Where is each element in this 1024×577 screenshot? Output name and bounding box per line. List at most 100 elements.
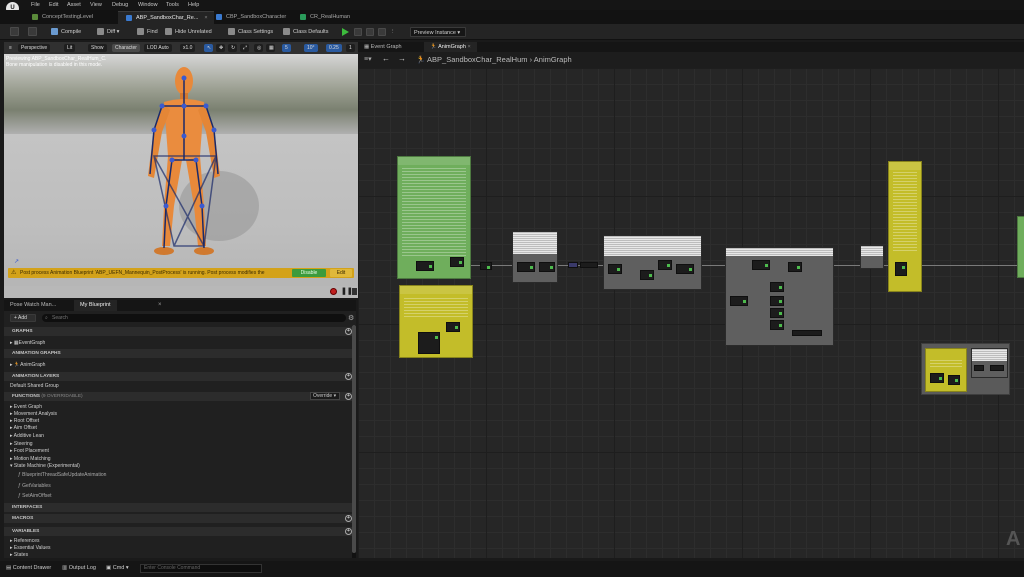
scale-tool-icon[interactable]: ⤢: [240, 44, 249, 52]
lod-button[interactable]: LOD Auto: [144, 44, 172, 52]
tab-control-rig[interactable]: CR_RealHuman: [292, 11, 356, 24]
compile-button[interactable]: Compile: [51, 27, 81, 37]
character-button[interactable]: Character: [112, 44, 140, 52]
function-group[interactable]: ▸ Additive Lean: [10, 433, 44, 439]
menu-debug[interactable]: Debug: [112, 2, 128, 8]
node-pin[interactable]: [770, 296, 784, 306]
node-pin[interactable]: [974, 365, 984, 371]
speed-button[interactable]: x1.0: [180, 44, 196, 52]
node-pin[interactable]: [608, 264, 622, 274]
variable-group[interactable]: ▸ References: [10, 538, 39, 544]
override-dropdown[interactable]: Override ▾: [310, 392, 340, 400]
function-group[interactable]: ▸ Foot Placement: [10, 448, 49, 454]
add-variable-icon[interactable]: +: [345, 528, 352, 535]
comment-box-green[interactable]: [397, 156, 471, 279]
menu-window[interactable]: Window: [138, 2, 158, 8]
angle-snap-value[interactable]: 10°: [304, 44, 318, 52]
comment-box-green[interactable]: [1017, 216, 1024, 278]
gear-icon[interactable]: ⚙: [348, 314, 354, 322]
rotate-tool-icon[interactable]: ↻: [228, 44, 237, 52]
section-macros[interactable]: MACROS +: [4, 514, 356, 523]
function-group[interactable]: ▾ State Machine (Experimental): [10, 463, 80, 469]
function-group[interactable]: ▸ Steering: [10, 441, 33, 447]
node-pin[interactable]: [990, 365, 1004, 371]
node-pin[interactable]: [640, 270, 654, 280]
select-tool-icon[interactable]: ↖: [204, 44, 213, 52]
section-animation-graphs[interactable]: ANIMATION GRAPHS: [4, 349, 356, 358]
reroute-node[interactable]: [580, 262, 598, 268]
node-pin[interactable]: [517, 262, 535, 272]
node-pin[interactable]: [895, 262, 907, 276]
node-pin[interactable]: [418, 332, 440, 354]
node-pin[interactable]: [658, 260, 672, 270]
layer-group-default[interactable]: Default Shared Group: [10, 383, 59, 389]
comment-box-yellow[interactable]: [888, 161, 922, 292]
menu-file[interactable]: File: [31, 2, 40, 8]
tab-pose-watch[interactable]: Pose Watch Man...: [4, 300, 62, 311]
pause-icon[interactable]: ❚❚: [341, 287, 353, 295]
add-button[interactable]: + Add: [10, 314, 36, 322]
disable-post-process-button[interactable]: Disable: [292, 269, 326, 277]
hamburger-icon[interactable]: ≡: [6, 44, 15, 52]
reroute-node[interactable]: [568, 262, 578, 268]
more-options-icon[interactable]: ⋮: [390, 27, 396, 37]
preview-viewport[interactable]: Previewing ABP_SandboxChar_RealHum_C. Bo…: [4, 42, 358, 298]
menu-tools[interactable]: Tools: [166, 2, 179, 8]
find-button[interactable]: Find: [137, 27, 158, 37]
function-item[interactable]: ƒ GetVariables: [18, 483, 51, 489]
variable-group[interactable]: ▸ States: [10, 552, 28, 558]
content-drawer-button[interactable]: ▤ Content Drawer: [6, 565, 51, 571]
section-interfaces[interactable]: INTERFACES: [4, 503, 356, 512]
function-item[interactable]: ƒ BlueprintThreadSafeUpdateAnimation: [18, 472, 106, 478]
edit-post-process-button[interactable]: Edit: [330, 269, 352, 277]
anim-graph-canvas[interactable]: [358, 68, 1024, 558]
node-pin[interactable]: [788, 262, 802, 272]
panel-scrollbar[interactable]: [352, 325, 356, 558]
anim-node[interactable]: [603, 235, 702, 290]
section-variables[interactable]: VARIABLES +: [4, 527, 356, 536]
forward-arrow-icon[interactable]: →: [398, 54, 406, 63]
tab-anim-graph[interactable]: 🏃 AnimGraph ×: [424, 42, 477, 52]
reroute-node[interactable]: [480, 262, 492, 270]
close-icon[interactable]: ×: [158, 302, 162, 308]
node-pin[interactable]: [770, 308, 784, 318]
back-arrow-icon[interactable]: ←: [382, 54, 390, 63]
breadcrumb-root[interactable]: ABP_SandboxChar_RealHum: [427, 55, 527, 64]
node-pin[interactable]: [948, 375, 960, 385]
stop-icon[interactable]: [352, 288, 357, 295]
output-log-button[interactable]: ▥ Output Log: [62, 565, 96, 571]
function-item[interactable]: ƒ SetAimOffset: [18, 493, 52, 499]
move-tool-icon[interactable]: ✥: [216, 44, 225, 52]
node-pin[interactable]: [416, 261, 434, 271]
menu-view[interactable]: View: [90, 2, 102, 8]
perspective-button[interactable]: Perspective: [18, 44, 51, 52]
class-defaults-button[interactable]: Class Defaults: [283, 27, 328, 37]
node-pin[interactable]: [930, 373, 944, 383]
tab-event-graph[interactable]: ▦ Event Graph: [358, 42, 408, 52]
cmd-dropdown[interactable]: ▣ Cmd ▾: [106, 565, 129, 571]
grid-snap-value[interactable]: 5: [282, 44, 291, 52]
camera-speed-value[interactable]: 1: [346, 44, 355, 52]
tab-character-blueprint[interactable]: CBP_SandboxCharacter: [208, 11, 292, 24]
surface-snap-icon[interactable]: ▦: [266, 44, 275, 52]
node-pin[interactable]: [446, 322, 460, 332]
lit-button[interactable]: Lit: [64, 44, 76, 52]
node-pin[interactable]: [770, 282, 784, 292]
graph-item-animgraph[interactable]: ▸ 🏃AnimGraph: [10, 362, 45, 368]
play-icon[interactable]: [342, 28, 349, 36]
add-graph-icon[interactable]: +: [345, 328, 352, 335]
diff-button[interactable]: Diff ▾: [97, 27, 119, 37]
node-pin[interactable]: [752, 260, 770, 270]
anim-node[interactable]: [971, 348, 1008, 378]
comment-box-yellow[interactable]: [925, 348, 967, 392]
node-pin[interactable]: [676, 264, 694, 274]
graph-menu-icon[interactable]: ≡▾: [364, 55, 372, 63]
menu-edit[interactable]: Edit: [49, 2, 58, 8]
record-icon[interactable]: [330, 288, 337, 295]
stop-icon[interactable]: [366, 28, 374, 36]
skip-icon[interactable]: [378, 28, 386, 36]
search-input[interactable]: ⌕ Search: [42, 314, 346, 322]
close-icon[interactable]: ×: [467, 44, 470, 50]
function-group[interactable]: ▸ Motion Matching: [10, 456, 51, 462]
tab-anim-blueprint[interactable]: ABP_SandboxChar_Re... ×: [118, 11, 214, 24]
